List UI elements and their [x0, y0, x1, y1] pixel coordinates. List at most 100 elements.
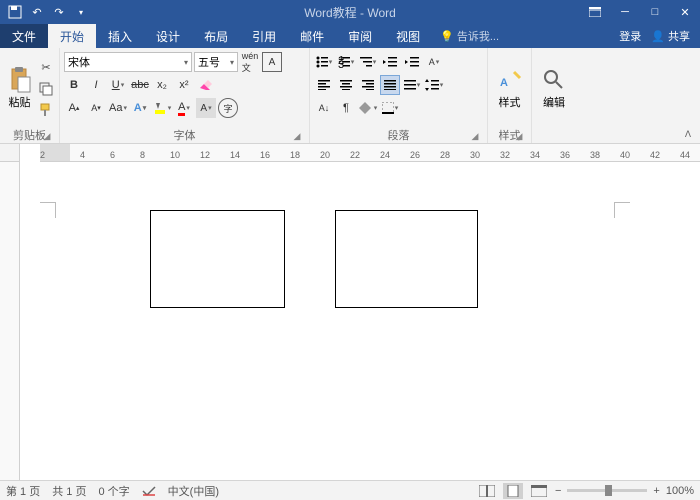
tab-mailings[interactable]: 邮件	[288, 24, 336, 48]
show-marks-button[interactable]: ¶	[336, 98, 356, 118]
tab-home[interactable]: 开始	[48, 24, 96, 48]
italic-button[interactable]: I	[86, 75, 106, 95]
underline-button[interactable]: U	[108, 75, 128, 95]
svg-text:A: A	[500, 77, 508, 89]
grow-font-button[interactable]: A▴	[64, 98, 84, 118]
subscript-button[interactable]: x₂	[152, 75, 172, 95]
ruler-corner	[0, 144, 20, 162]
justify-button[interactable]	[380, 75, 400, 95]
font-size-combo[interactable]: 五号▾	[194, 52, 238, 72]
styles-launcher-icon[interactable]: ◢	[513, 131, 525, 143]
maximize-button[interactable]: □	[640, 0, 670, 24]
styles-label-btn: 样式	[499, 94, 521, 110]
styles-icon: A	[498, 68, 522, 92]
line-spacing-button[interactable]	[424, 75, 444, 95]
superscript-button[interactable]: x²	[174, 75, 194, 95]
undo-icon[interactable]: ↶	[28, 3, 46, 21]
format-painter-icon[interactable]	[37, 101, 55, 119]
clipboard-launcher-icon[interactable]: ◢	[41, 131, 53, 143]
asian-layout-button[interactable]: A	[424, 52, 444, 72]
styles-button[interactable]: A 样式	[492, 50, 527, 127]
char-border-icon[interactable]: A	[262, 52, 282, 72]
decrease-indent-button[interactable]	[380, 52, 400, 72]
horizontal-ruler[interactable]: 2 46810121416182022242628303234363840424…	[40, 144, 700, 162]
tab-view[interactable]: 视图	[384, 24, 432, 48]
tab-insert[interactable]: 插入	[96, 24, 144, 48]
align-center-button[interactable]	[336, 75, 356, 95]
minimize-button[interactable]: ─	[610, 0, 640, 24]
bullets-button[interactable]	[314, 52, 334, 72]
web-layout-icon[interactable]	[529, 483, 549, 499]
font-name-combo[interactable]: 宋体 ▾	[64, 52, 192, 72]
ribbon-options-icon[interactable]	[580, 0, 610, 24]
font-launcher-icon[interactable]: ◢	[291, 131, 303, 143]
ruler-tick: 38	[590, 150, 600, 160]
zoom-thumb[interactable]	[605, 485, 612, 496]
status-language[interactable]: 中文(中国)	[168, 483, 219, 499]
strikethrough-button[interactable]: abc	[130, 75, 150, 95]
phonetic-guide-icon[interactable]: wén文	[240, 52, 260, 72]
tab-references[interactable]: 引用	[240, 24, 288, 48]
zoom-slider[interactable]	[567, 489, 647, 492]
text-effects-button[interactable]: A	[130, 98, 150, 118]
paste-button[interactable]: 粘贴	[4, 50, 35, 127]
vertical-ruler[interactable]	[0, 162, 20, 480]
multilevel-list-button[interactable]	[358, 52, 378, 72]
status-words[interactable]: 0 个字	[98, 483, 129, 499]
group-editing: 编辑	[532, 48, 576, 143]
save-icon[interactable]	[6, 3, 24, 21]
shading-button[interactable]	[358, 98, 378, 118]
borders-button[interactable]	[380, 98, 400, 118]
close-button[interactable]: ✕	[670, 0, 700, 24]
rectangle-shape-1[interactable]	[150, 210, 285, 308]
status-pages[interactable]: 共 1 页	[52, 483, 86, 499]
collapse-ribbon-icon[interactable]: ᐱ	[680, 127, 696, 141]
clear-format-icon[interactable]	[196, 75, 216, 95]
zoom-in-button[interactable]: +	[653, 485, 659, 497]
change-case-button[interactable]: Aa	[108, 98, 128, 118]
spellcheck-icon[interactable]	[142, 485, 156, 497]
login-link[interactable]: 登录	[619, 28, 641, 44]
rectangle-shape-2[interactable]	[335, 210, 478, 308]
font-size-value: 五号	[198, 54, 220, 70]
highlight-button[interactable]	[152, 98, 172, 118]
shrink-font-button[interactable]: A▾	[86, 98, 106, 118]
editing-button[interactable]: 编辑	[536, 50, 572, 127]
copy-icon[interactable]	[37, 80, 55, 98]
ruler-tick: 2	[40, 150, 45, 160]
group-paragraph: 123 A A↓ ¶ 段落◢	[310, 48, 488, 143]
redo-icon[interactable]: ↷	[50, 3, 68, 21]
font-color-button[interactable]: A	[174, 98, 194, 118]
ruler-tick: 26	[410, 150, 420, 160]
share-button[interactable]: 👤 共享	[651, 28, 690, 44]
tell-me-search[interactable]: 💡 告诉我...	[440, 24, 499, 48]
numbering-button[interactable]: 123	[336, 52, 356, 72]
print-layout-icon[interactable]	[503, 483, 523, 499]
tab-review[interactable]: 审阅	[336, 24, 384, 48]
cut-icon[interactable]: ✂	[37, 59, 55, 77]
status-page[interactable]: 第 1 页	[6, 483, 40, 499]
read-mode-icon[interactable]	[477, 483, 497, 499]
tab-layout[interactable]: 布局	[192, 24, 240, 48]
page[interactable]	[20, 162, 700, 480]
chevron-down-icon: ▾	[184, 58, 188, 67]
ruler-tick: 14	[230, 150, 240, 160]
zoom-level[interactable]: 100%	[666, 485, 694, 497]
tab-file[interactable]: 文件	[0, 24, 48, 48]
align-right-button[interactable]	[358, 75, 378, 95]
sort-button[interactable]: A↓	[314, 98, 334, 118]
find-icon	[542, 68, 566, 92]
align-left-button[interactable]	[314, 75, 334, 95]
char-shading-button[interactable]: A	[196, 98, 216, 118]
paragraph-launcher-icon[interactable]: ◢	[469, 131, 481, 143]
qat-dropdown-icon[interactable]: ▾	[72, 3, 90, 21]
increase-indent-button[interactable]	[402, 52, 422, 72]
font-name-value: 宋体	[68, 54, 90, 70]
tab-design[interactable]: 设计	[144, 24, 192, 48]
distribute-button[interactable]	[402, 75, 422, 95]
share-label: 共享	[668, 31, 690, 43]
group-styles: A 样式 样式 ◢	[488, 48, 532, 143]
bold-button[interactable]: B	[64, 75, 84, 95]
zoom-out-button[interactable]: −	[555, 485, 561, 497]
enclose-char-button[interactable]: 字	[218, 98, 238, 118]
